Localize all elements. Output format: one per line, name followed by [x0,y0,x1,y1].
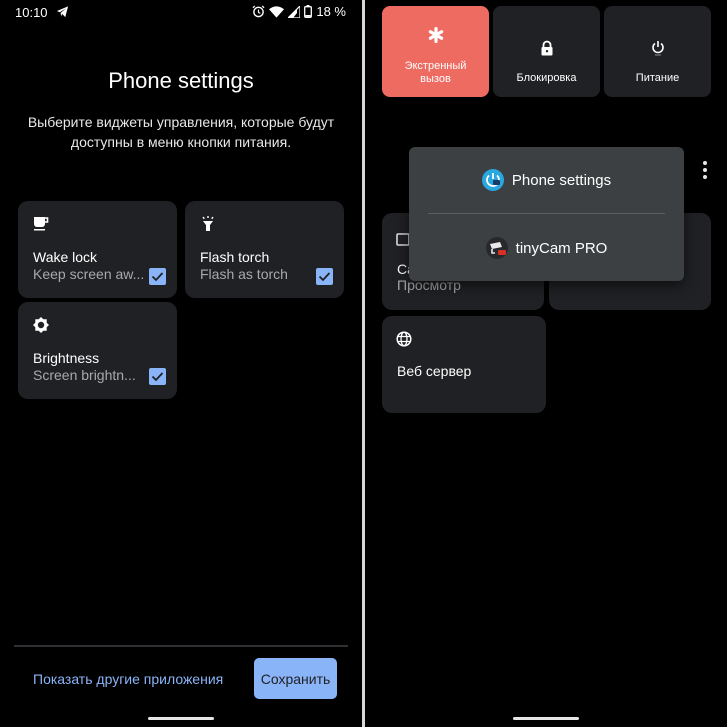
phone-settings-app-icon [481,169,504,191]
signal-icon [288,5,301,18]
dropdown-item-label: Phone settings [511,171,612,189]
power-off-label: Питание [635,72,680,84]
widget-description: Flash as torch [200,266,288,282]
lockdown-button[interactable]: Блокировка [493,6,600,97]
flashlight-icon [202,216,214,231]
widget-name: Brightness [33,350,100,366]
save-button[interactable]: Сохранить [254,658,337,699]
widget-description: Keep screen aw... [33,266,145,282]
power-off-button[interactable]: Питание [604,6,711,97]
status-bar: 10:10 18 % [0,0,362,24]
checkmark-icon [318,272,331,282]
asterisk-icon [428,27,443,43]
show-other-apps-link[interactable]: Показать другие приложения [33,671,223,687]
wifi-icon [269,5,285,18]
dropdown-divider [428,213,665,214]
footer-divider [14,645,348,647]
dropdown-item-tinycam-pro[interactable]: tinyCam PRO [409,218,684,278]
checkmark-icon [151,272,164,282]
widget-description: Screen brightn... [33,367,136,383]
globe-icon [396,331,412,347]
alarm-icon [252,5,265,18]
tinycam-app-icon [485,237,508,259]
battery-percent: 18 % [316,4,346,19]
battery-icon [304,5,313,18]
control-tile-web-server[interactable]: Веб сервер [382,316,546,413]
lock-icon [541,40,552,56]
widget-name: Flash torch [200,249,270,265]
widget-checkbox[interactable] [149,268,166,285]
more-options-icon[interactable] [702,160,708,180]
app-selector-dropdown: Phone settings tinyCam PRO [409,147,684,281]
brightness-icon [33,317,49,333]
widget-checkbox[interactable] [316,268,333,285]
coffee-cup-icon [34,217,49,231]
widget-name: Wake lock [33,249,98,265]
phone-settings-screen: 10:10 18 % Phone settings Выберите видже… [0,0,362,727]
page-title: Phone settings [108,68,254,93]
status-time: 10:10 [15,5,48,20]
widget-tile-flash-torch[interactable]: Flash torch Flash as torch [185,201,344,298]
emergency-call-button[interactable]: Экстренный вызов [382,6,489,97]
telegram-icon [56,6,69,18]
dropdown-item-phone-settings[interactable]: Phone settings [409,150,684,210]
emergency-call-label-2: вызов [420,73,451,85]
gesture-nav-bar[interactable] [148,717,214,720]
lockdown-label: Блокировка [516,72,577,84]
widget-checkbox[interactable] [149,368,166,385]
power-icon [651,41,664,56]
checkmark-icon [151,372,164,382]
control-name: Веб сервер [397,363,472,379]
dropdown-item-label: tinyCam PRO [515,239,608,257]
widget-tile-wake-lock[interactable]: Wake lock Keep screen aw... [18,201,177,298]
widget-tile-brightness[interactable]: Brightness Screen brightn... [18,302,177,399]
emergency-call-label-1: Экстренный [404,60,467,72]
gesture-nav-bar[interactable] [513,717,579,720]
page-description: Выберите виджеты управления, которые буд… [27,114,335,150]
power-menu-screen: Экстренный вызов Блокировка Питание Ca П… [365,0,727,727]
